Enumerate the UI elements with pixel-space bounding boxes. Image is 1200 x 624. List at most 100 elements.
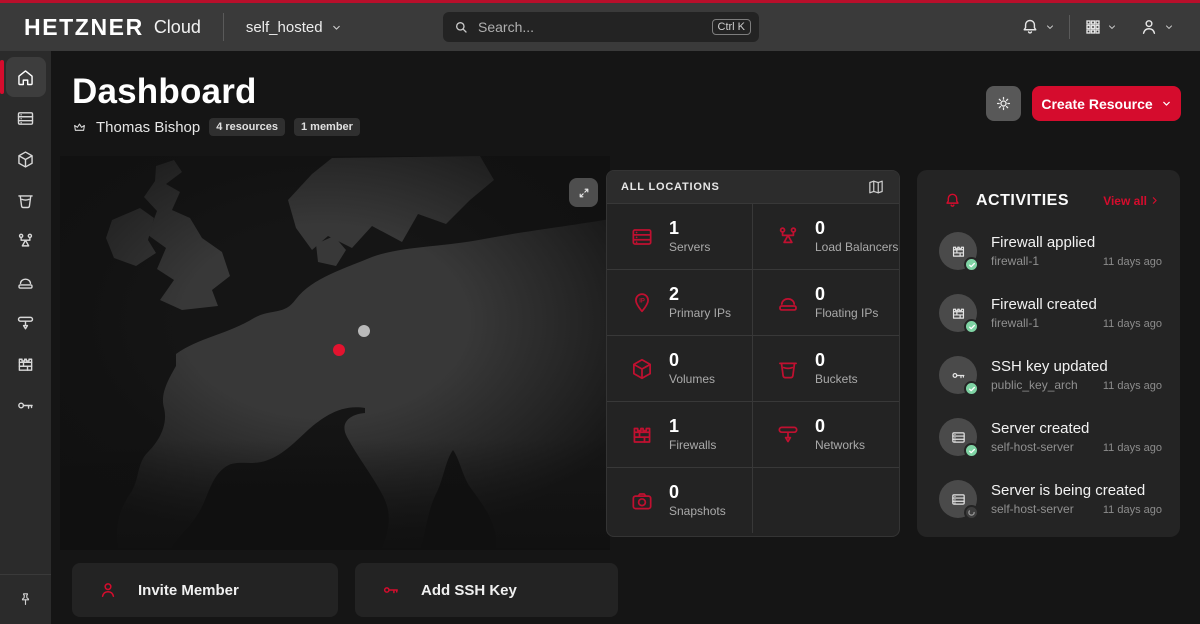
search-bar[interactable]: Ctrl K [443,12,759,42]
sidebar [0,51,51,624]
stat-label: Volumes [669,372,715,386]
create-resource-button[interactable]: Create Resource [1032,86,1181,121]
sidebar-item-buckets[interactable] [6,180,46,220]
sidebar-item-volumes[interactable] [6,139,46,179]
stat-empty-cell [753,467,899,533]
server-icon [15,108,36,129]
floating-ip-icon [15,272,36,293]
activity-item[interactable]: Server created self-host-server 11 days … [939,406,1162,468]
chevron-down-icon [1107,22,1117,32]
sidebar-pin-button[interactable] [0,574,51,624]
map-expand-button[interactable] [569,178,598,207]
expand-icon [577,186,591,200]
stat-volumes[interactable]: 0Volumes [607,335,753,401]
gear-icon [995,95,1012,112]
chevron-down-icon [1164,22,1174,32]
all-locations-label: ALL LOCATIONS [621,181,720,193]
stat-firewalls[interactable]: 1 Firewalls [607,401,753,467]
activity-time: 11 days ago [1103,504,1162,516]
firewall-icon [950,305,967,322]
sidebar-item-floating-ips[interactable] [6,262,46,302]
stat-floating-ips[interactable]: 0Floating IPs [753,269,899,335]
stat-primary-ips[interactable]: IP 2Primary IPs [607,269,753,335]
settings-button[interactable] [986,86,1021,121]
firewall-icon [629,422,655,448]
activity-avatar [939,418,977,456]
user-menu[interactable] [1137,13,1176,41]
project-owner-row: Thomas Bishop 4 resources 1 member [72,118,360,136]
stat-label: Firewalls [669,438,716,452]
topbar-divider [223,13,224,41]
stat-buckets[interactable]: 0Buckets [753,335,899,401]
stat-value: 0 [815,417,865,436]
stat-snapshots[interactable]: 0 Snapshots [607,467,753,533]
stats-grid: 1Servers 0Load Balancers IP 2Primary IPs… [607,203,899,533]
stat-label: Buckets [815,372,858,386]
activity-time: 11 days ago [1103,380,1162,392]
stat-servers[interactable]: 1Servers [607,203,753,269]
invite-member-button[interactable]: Invite Member [72,563,338,617]
activities-panel: ACTIVITIES View all Firewall applied fir… [917,170,1180,537]
project-selector[interactable]: self_hosted [246,19,342,36]
activity-item[interactable]: Firewall created firewall-1 11 days ago [939,282,1162,344]
server-icon [950,491,967,508]
brand-logo[interactable]: HETZNER Cloud [24,14,201,41]
notifications-menu[interactable] [1018,13,1057,41]
activity-avatar [939,480,977,518]
map-icon[interactable] [867,178,885,196]
home-icon [15,67,36,88]
locations-map [60,156,610,550]
sidebar-item-networks[interactable] [6,303,46,343]
sidebar-item-ssh-keys[interactable] [6,385,46,425]
activity-avatar [939,356,977,394]
map-location-dot-inactive[interactable] [358,325,370,337]
activities-header: ACTIVITIES View all [917,170,1180,218]
sidebar-item-firewalls[interactable] [6,344,46,384]
sidebar-item-servers[interactable] [6,98,46,138]
network-icon [775,422,801,448]
add-ssh-key-button[interactable]: Add SSH Key [355,563,618,617]
product-name: Cloud [154,17,201,38]
load-balancer-icon [775,224,801,250]
firewall-icon [950,243,967,260]
key-icon [950,367,967,384]
view-all-link[interactable]: View all [1103,194,1160,208]
camera-icon [629,488,655,514]
success-check-icon [964,257,979,272]
ip-pin-icon: IP [629,290,655,316]
activity-avatar [939,232,977,270]
activity-item[interactable]: SSH key updated public_key_arch 11 days … [939,344,1162,406]
keyboard-shortcut-chip: Ctrl K [712,19,752,35]
stat-value: 1 [669,417,716,436]
search-input[interactable] [478,19,703,35]
person-icon [1139,17,1159,37]
person-icon [98,580,118,600]
activity-title: Firewall applied [991,234,1162,251]
all-locations-header: ALL LOCATIONS [607,171,899,203]
members-badge: 1 member [294,118,360,136]
topbar-divider [1069,15,1070,39]
activities-list: Firewall applied firewall-1 11 days ago … [917,218,1180,530]
stat-value: 0 [669,483,726,502]
activity-time: 11 days ago [1103,442,1162,454]
apps-menu[interactable] [1082,14,1119,40]
add-ssh-key-label: Add SSH Key [421,582,517,599]
activity-title: SSH key updated [991,358,1162,375]
sidebar-item-dashboard[interactable] [6,57,46,97]
resources-badge: 4 resources [209,118,285,136]
topbar: HETZNER Cloud self_hosted Ctrl K [0,3,1200,51]
activity-item[interactable]: Firewall applied firewall-1 11 days ago [939,220,1162,282]
activity-item[interactable]: Server is being created self-host-server… [939,468,1162,530]
stat-networks[interactable]: 0Networks [753,401,899,467]
server-icon [629,224,655,250]
cube-icon [15,149,36,170]
stat-load-balancers[interactable]: 0Load Balancers [753,203,899,269]
stat-label: Snapshots [669,504,726,518]
key-icon [381,580,401,600]
activity-title: Server is being created [991,482,1162,499]
map-location-dot-active[interactable] [333,344,345,356]
bucket-icon [775,356,801,382]
view-all-label: View all [1103,194,1147,208]
pin-icon [17,591,34,608]
sidebar-item-load-balancers[interactable] [6,221,46,261]
